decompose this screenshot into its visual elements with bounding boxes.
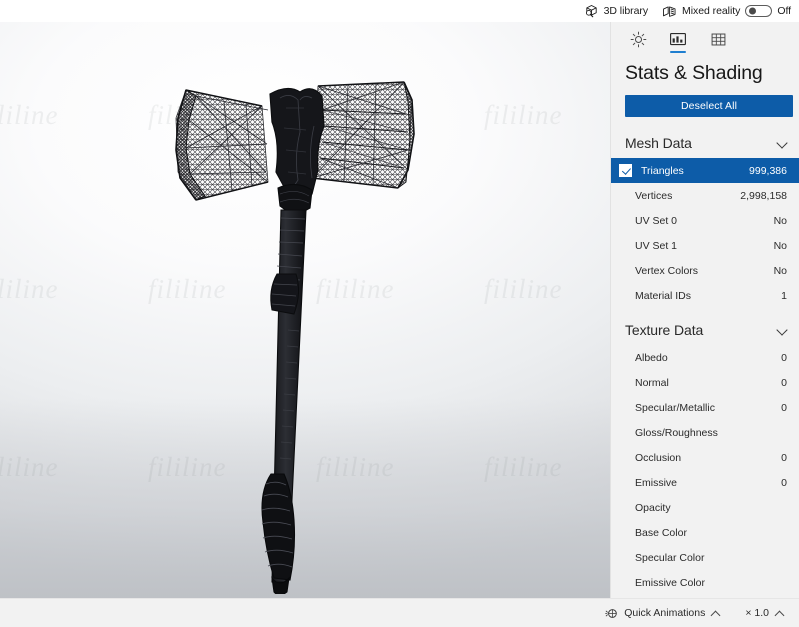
sun-icon xyxy=(630,31,646,47)
page-title: Stats & Shading xyxy=(625,62,763,84)
chevron-up-icon xyxy=(710,608,721,619)
cube-search-icon xyxy=(584,4,599,19)
quick-animations-button[interactable]: Quick Animations xyxy=(600,606,725,621)
prop-label: UV Set 0 xyxy=(635,214,678,227)
prop-row-base-color[interactable]: Base Color xyxy=(611,520,799,545)
prop-label: Albedo xyxy=(635,351,668,364)
prop-value: 2,998,158 xyxy=(740,189,787,202)
3d-library-label: 3D library xyxy=(603,5,649,17)
prop-label: Specular/Metallic xyxy=(635,401,715,414)
group-label: Mesh Data xyxy=(625,134,692,151)
mixed-reality-toggle[interactable] xyxy=(745,5,773,17)
prop-row-vertices[interactable]: Vertices 2,998,158 xyxy=(611,183,799,208)
viewport-3d[interactable]: fililine fililine fililine fililine fili… xyxy=(0,22,610,598)
panel-tabstrip xyxy=(611,22,799,56)
playback-speed-button[interactable]: × 1.0 xyxy=(741,607,789,619)
prop-label: Material IDs xyxy=(635,289,692,302)
mixed-reality-button[interactable]: Mixed reality Off xyxy=(662,4,791,19)
prop-row-opacity[interactable]: Opacity xyxy=(611,495,799,520)
prop-value: 1 xyxy=(781,289,787,302)
prop-row-specular-metallic[interactable]: Specular/Metallic 0 xyxy=(611,395,799,420)
prop-label: UV Set 1 xyxy=(635,239,678,252)
prop-row-uv-set-1[interactable]: UV Set 1 No xyxy=(611,233,799,258)
prop-value: 0 xyxy=(781,451,787,464)
chevron-up-icon xyxy=(774,608,785,619)
group-header-mesh-data[interactable]: Mesh Data xyxy=(611,127,799,158)
prop-label: Normal xyxy=(635,376,669,389)
prop-value: 0 xyxy=(781,376,787,389)
tab-underline xyxy=(630,51,646,53)
stats-shading-panel: Stats & Shading Deselect All Mesh Data T… xyxy=(610,22,799,598)
prop-label: Emissive Color xyxy=(635,576,706,589)
group-header-texture-data[interactable]: Texture Data xyxy=(611,314,799,345)
prop-row-uv-set-0[interactable]: UV Set 0 No xyxy=(611,208,799,233)
body-row: fililine fililine fililine fililine fili… xyxy=(0,22,799,598)
model-double-bladed-axe[interactable] xyxy=(0,22,610,598)
grid-icon xyxy=(711,33,725,45)
prop-label: Triangles xyxy=(641,164,684,177)
toggle-knob xyxy=(749,7,757,15)
triangles-checkbox[interactable] xyxy=(619,164,632,177)
prop-value: 0 xyxy=(781,476,787,489)
mixed-reality-label: Mixed reality xyxy=(682,5,741,17)
tab-underline xyxy=(710,51,726,53)
playback-speed-label: × 1.0 xyxy=(745,607,769,619)
prop-row-albedo[interactable]: Albedo 0 xyxy=(611,345,799,370)
deselect-all-button[interactable]: Deselect All xyxy=(625,95,793,117)
axe-wireframe-svg xyxy=(175,81,415,594)
prop-row-material-ids[interactable]: Material IDs 1 xyxy=(611,283,799,308)
prop-row-triangles[interactable]: Triangles 999,386 xyxy=(611,158,799,183)
mixed-reality-icon xyxy=(662,4,677,19)
prop-value: No xyxy=(773,264,787,277)
prop-row-specular-color[interactable]: Specular Color xyxy=(611,545,799,570)
group-label: Texture Data xyxy=(625,321,704,338)
prop-row-emissive-color[interactable]: Emissive Color xyxy=(611,570,799,595)
tab-grid[interactable] xyxy=(701,24,735,54)
chevron-down-icon xyxy=(776,323,789,336)
prop-label: Gloss/Roughness xyxy=(635,426,718,439)
panel-scroll-area[interactable]: Mesh Data Triangles 999,386 Vertices 2,9… xyxy=(611,127,799,598)
top-toolbar: 3D library Mixed reality Off xyxy=(0,0,799,22)
prop-label: Specular Color xyxy=(635,551,705,564)
tab-lighting[interactable] xyxy=(621,24,655,54)
prop-label: Vertex Colors xyxy=(635,264,699,277)
prop-row-emissive[interactable]: Emissive 0 xyxy=(611,470,799,495)
prop-row-normal[interactable]: Normal 0 xyxy=(611,370,799,395)
prop-row-vertex-colors[interactable]: Vertex Colors No xyxy=(611,258,799,283)
image-stats-icon xyxy=(670,33,686,46)
chevron-down-icon xyxy=(776,136,789,149)
prop-label: Emissive xyxy=(635,476,678,489)
prop-value: No xyxy=(773,239,787,252)
prop-value: 0 xyxy=(781,401,787,414)
prop-label: Occlusion xyxy=(635,451,682,464)
mixed-reality-state: Off xyxy=(777,5,791,17)
prop-row-occlusion[interactable]: Occlusion 0 xyxy=(611,445,799,470)
bottom-toolbar: Quick Animations × 1.0 xyxy=(0,598,799,627)
quick-animations-label: Quick Animations xyxy=(624,607,706,619)
prop-value: No xyxy=(773,214,787,227)
animation-icon xyxy=(604,606,619,621)
prop-label: Opacity xyxy=(635,501,671,514)
tab-underline xyxy=(670,51,686,53)
prop-label: Vertices xyxy=(635,189,673,202)
prop-value: 0 xyxy=(781,351,787,364)
prop-label: Base Color xyxy=(635,526,687,539)
tab-stats-shading[interactable] xyxy=(661,24,695,54)
prop-row-gloss-roughness[interactable]: Gloss/Roughness xyxy=(611,420,799,445)
prop-value: 999,386 xyxy=(749,164,787,177)
app-root: 3D library Mixed reality Off iline filil… xyxy=(0,0,799,627)
3d-library-button[interactable]: 3D library xyxy=(584,4,648,19)
